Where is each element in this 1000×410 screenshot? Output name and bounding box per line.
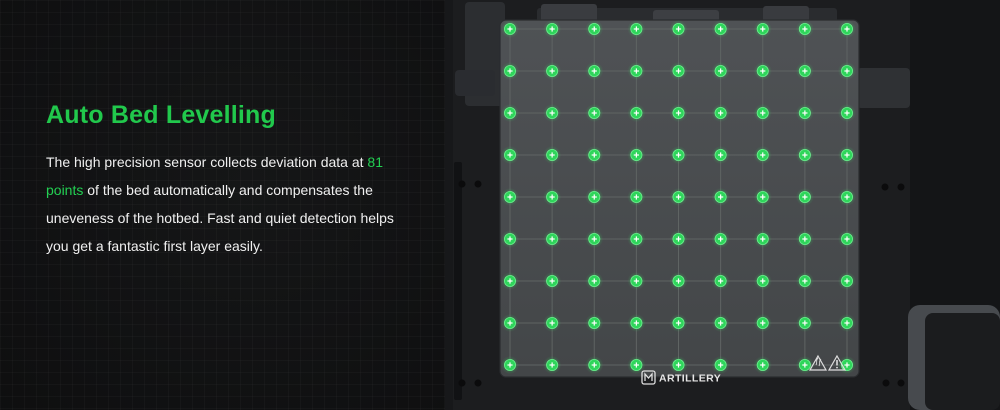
probe-point (501, 230, 519, 248)
probe-point (585, 146, 604, 164)
probe-point (753, 188, 772, 206)
probe-point (711, 356, 730, 374)
probe-point (585, 230, 604, 248)
probe-point (838, 230, 856, 248)
probe-point (627, 230, 646, 248)
probe-point (669, 188, 688, 206)
probe-point (753, 20, 772, 38)
probe-point (627, 188, 646, 206)
probe-point (543, 272, 562, 290)
probe-point (627, 104, 646, 122)
probe-point (711, 104, 730, 122)
probe-point (501, 188, 519, 206)
probe-point (501, 146, 519, 164)
probe-point (627, 272, 646, 290)
probe-point (795, 146, 814, 164)
description-text-2: of the bed automatically and compensates… (46, 181, 394, 254)
probe-point (543, 230, 562, 248)
probe-point (711, 62, 730, 80)
probe-point (753, 62, 772, 80)
probe-point (838, 104, 856, 122)
brand-name: ARTILLERY (659, 373, 721, 385)
probe-point (795, 104, 814, 122)
probe-point (795, 20, 814, 38)
probe-point (585, 314, 604, 332)
probe-point (501, 20, 519, 38)
feature-copy: Auto Bed Levelling The high precision se… (46, 101, 406, 260)
probe-point (669, 230, 688, 248)
printer-illustration: ARTILLERY (445, 0, 1000, 410)
probe-point (585, 356, 604, 374)
probe-point (501, 62, 519, 80)
probe-point (795, 62, 814, 80)
probe-point (543, 104, 562, 122)
probe-point (669, 356, 688, 374)
probe-point (753, 146, 772, 164)
probe-point (585, 272, 604, 290)
probe-point (501, 272, 519, 290)
probe-point (627, 146, 646, 164)
probe-point (585, 188, 604, 206)
probe-point (543, 146, 562, 164)
probe-point (838, 20, 856, 38)
left-carriage (455, 70, 495, 96)
probe-point (543, 62, 562, 80)
probe-point (753, 230, 772, 248)
probe-point (543, 20, 562, 38)
feature-description: The high precision sensor collects devia… (46, 148, 406, 260)
probe-point (838, 314, 856, 332)
probe-point (669, 272, 688, 290)
probe-point (669, 146, 688, 164)
probe-point (585, 104, 604, 122)
probe-point (795, 272, 814, 290)
probe-point (711, 314, 730, 332)
probe-point (711, 146, 730, 164)
probe-point (795, 356, 814, 374)
description-text-1: The high precision sensor collects devia… (46, 153, 368, 170)
auto-bed-levelling-banner: Auto Bed Levelling The high precision se… (0, 0, 1000, 410)
left-slot (454, 162, 462, 400)
probe-point (711, 20, 730, 38)
probe-point (669, 314, 688, 332)
probe-point (838, 146, 856, 164)
probe-point (669, 20, 688, 38)
probe-point (627, 62, 646, 80)
probe-point (795, 230, 814, 248)
probe-point (753, 314, 772, 332)
probe-point (501, 104, 519, 122)
probe-point (838, 356, 856, 374)
probe-point (585, 62, 604, 80)
probe-point (627, 20, 646, 38)
probe-point (838, 272, 856, 290)
probe-point (753, 356, 772, 374)
probe-point (753, 104, 772, 122)
probe-point (501, 314, 519, 332)
probe-point (585, 20, 604, 38)
probe-point (627, 314, 646, 332)
probe-point (669, 62, 688, 80)
probe-point (711, 188, 730, 206)
probe-point (669, 104, 688, 122)
control-screen (925, 313, 1000, 410)
probe-point (543, 188, 562, 206)
probe-point (795, 314, 814, 332)
probe-point (753, 272, 772, 290)
leveling-grid-points (501, 20, 856, 374)
probe-point (711, 272, 730, 290)
probe-point (501, 356, 519, 374)
feature-title: Auto Bed Levelling (46, 101, 277, 129)
probe-point (838, 188, 856, 206)
probe-point (711, 230, 730, 248)
printer-bed-svg: ARTILLERY (445, 0, 1000, 410)
probe-point (795, 188, 814, 206)
probe-point (838, 62, 856, 80)
right-rail-block (857, 68, 910, 108)
probe-point (543, 356, 562, 374)
probe-point (543, 314, 562, 332)
